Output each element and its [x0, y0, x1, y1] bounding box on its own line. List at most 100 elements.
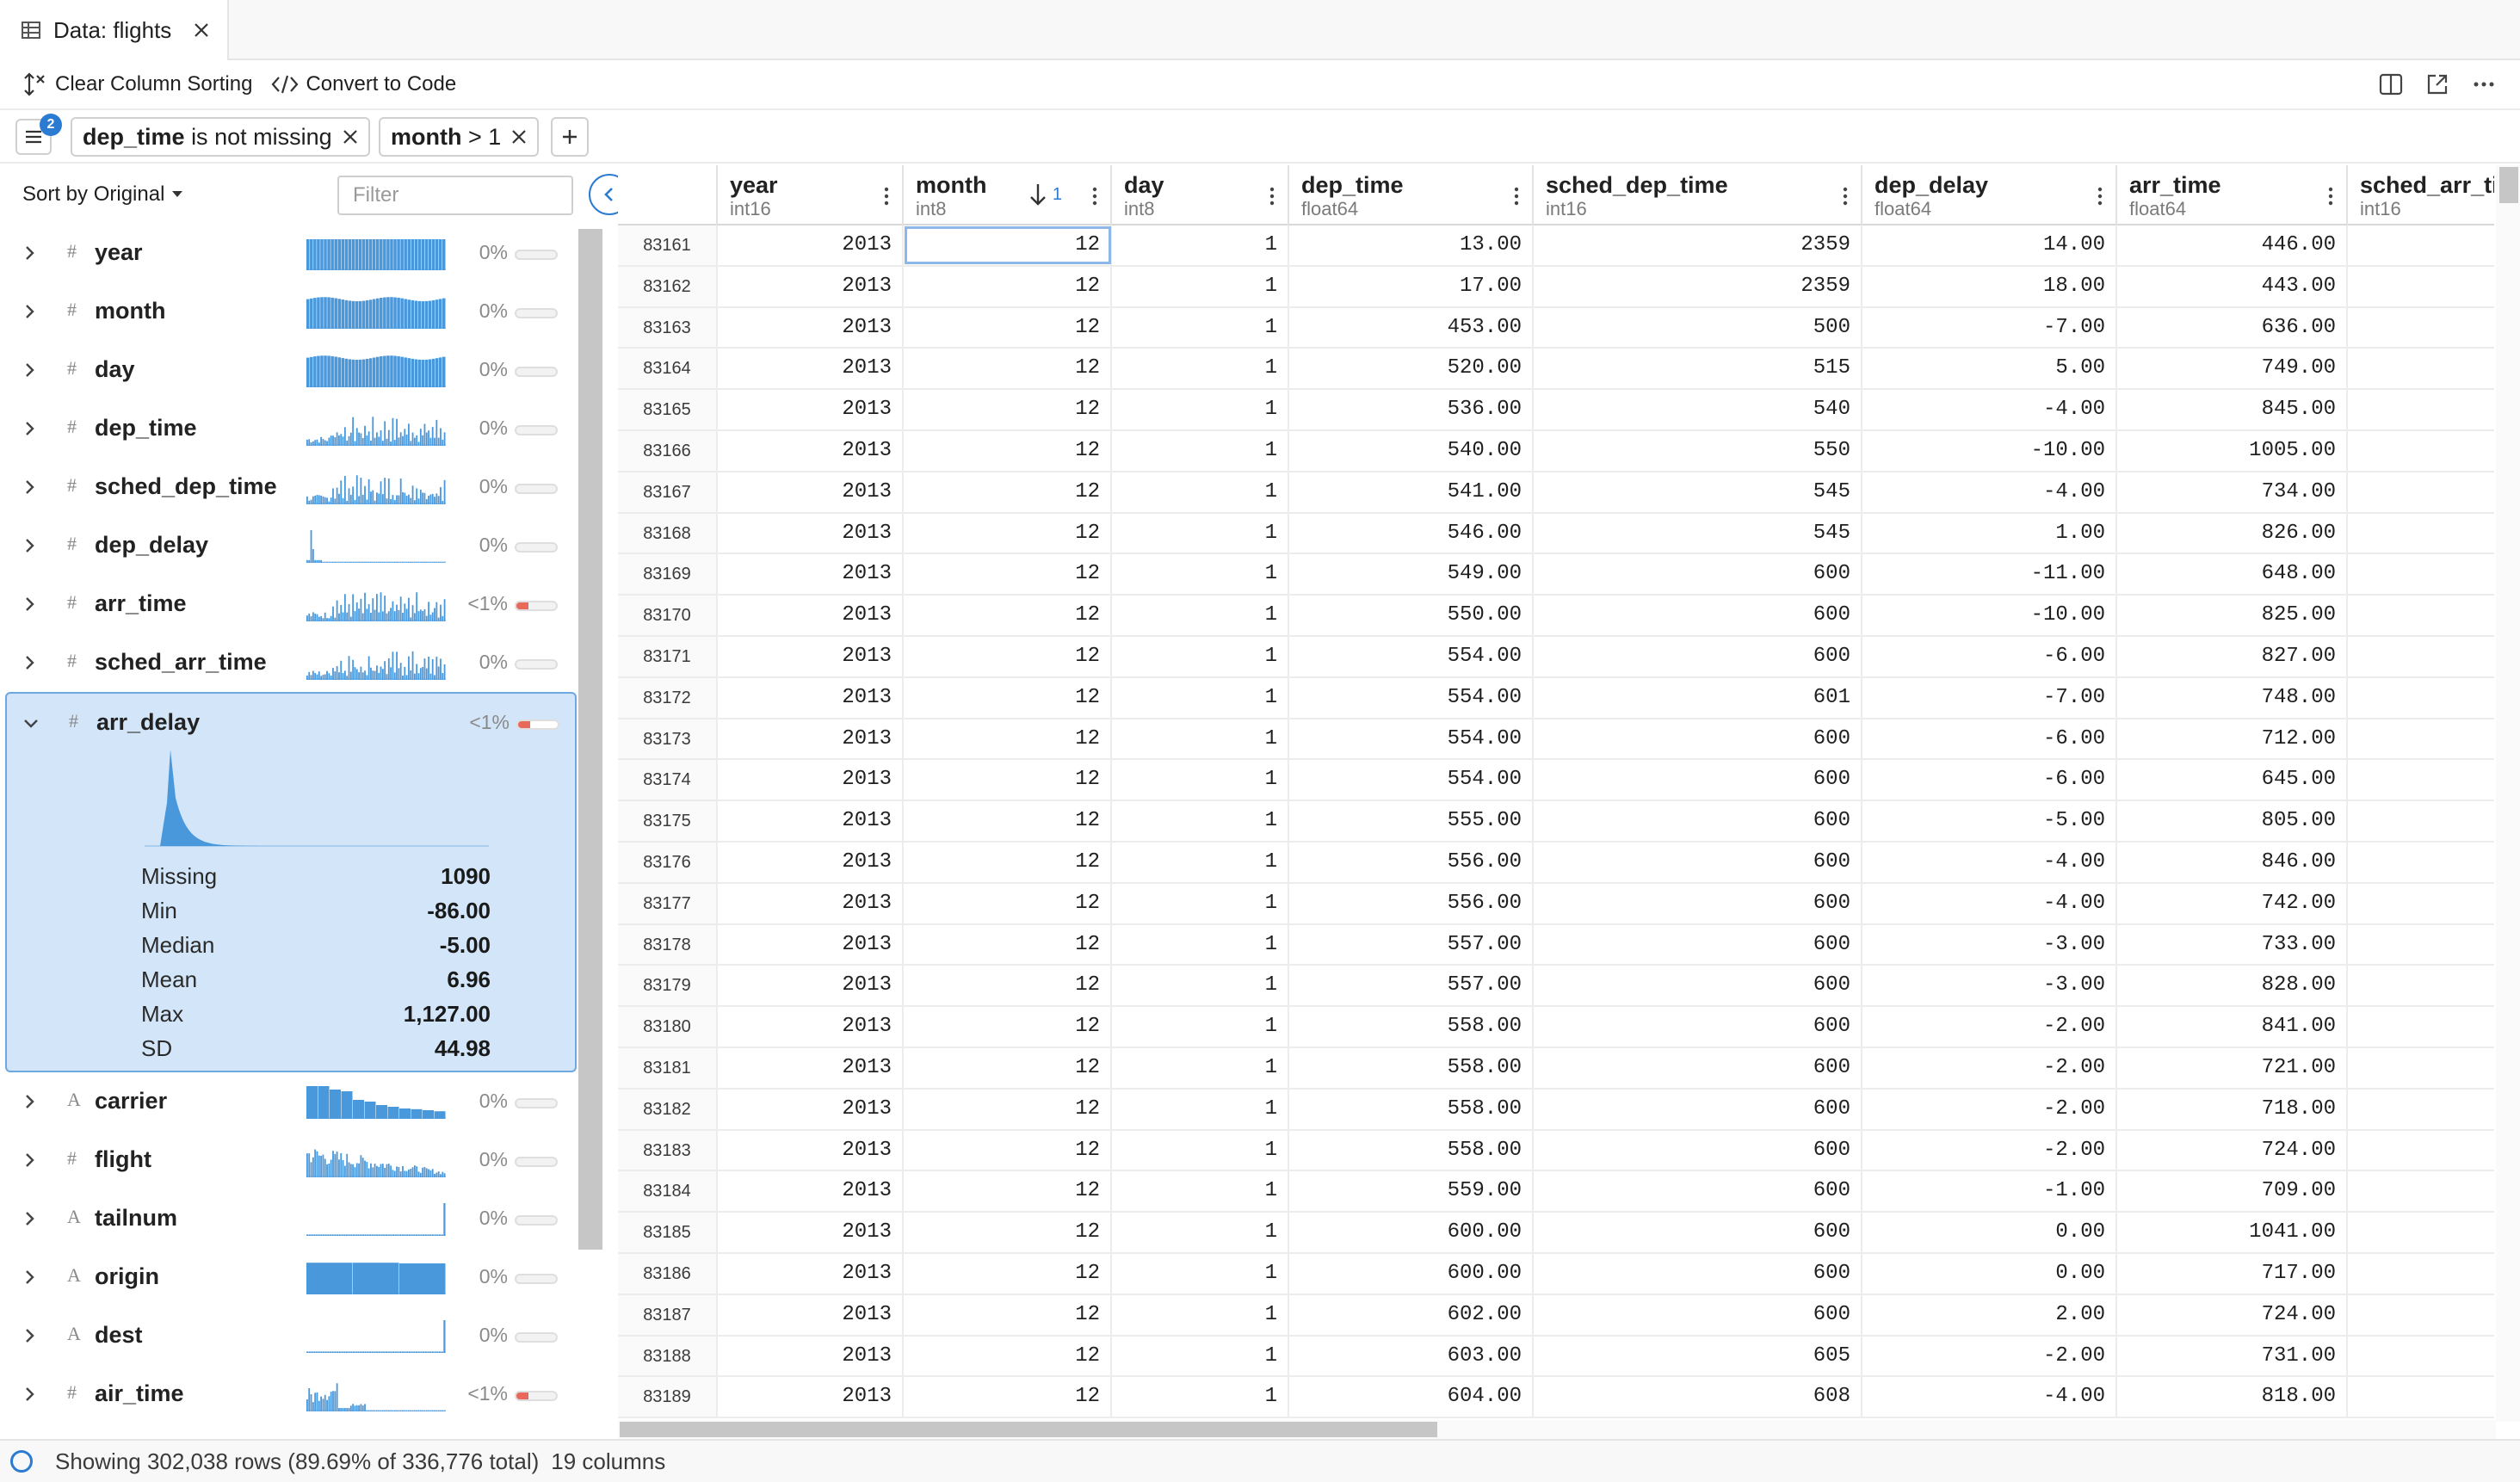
- table-cell[interactable]: 558.00: [1289, 1007, 1534, 1047]
- chevron-right-icon[interactable]: [19, 477, 40, 497]
- table-cell[interactable]: 600: [1534, 1253, 1862, 1294]
- summary-row-tailnum[interactable]: Atailnum 0%: [0, 1189, 584, 1248]
- table-cell[interactable]: 81: [2348, 678, 2494, 718]
- horizontal-scrollbar[interactable]: [618, 1420, 2496, 1439]
- chevron-right-icon[interactable]: [19, 535, 40, 556]
- table-cell[interactable]: 12: [904, 883, 1112, 923]
- table-cell[interactable]: 550: [1534, 430, 1862, 471]
- table-cell[interactable]: 559.00: [1289, 1171, 1534, 1212]
- table-cell[interactable]: 712.00: [2117, 719, 2348, 759]
- sort-by-dropdown[interactable]: Sort by Original: [22, 182, 183, 207]
- table-cell[interactable]: 12: [904, 390, 1112, 429]
- table-cell[interactable]: 600: [1534, 719, 1862, 759]
- table-cell[interactable]: 2013: [718, 842, 904, 882]
- chevron-right-icon[interactable]: [19, 1267, 40, 1287]
- table-cell[interactable]: 12: [904, 842, 1112, 882]
- chevron-right-icon[interactable]: [19, 1150, 40, 1170]
- table-cell[interactable]: 1: [1112, 801, 1289, 841]
- table-cell[interactable]: 717.00: [2117, 1253, 2348, 1294]
- table-cell[interactable]: 1: [1112, 554, 1289, 595]
- column-menu-icon[interactable]: [1513, 186, 1520, 207]
- table-cell[interactable]: 44: [2348, 225, 2494, 265]
- table-cell[interactable]: 645.00: [2117, 760, 2348, 800]
- table-cell[interactable]: 102: [2348, 431, 2494, 471]
- summary-row-dep-delay[interactable]: # dep_delay 0%: [0, 516, 584, 575]
- table-cell[interactable]: -11.00: [1862, 554, 2117, 595]
- table-cell[interactable]: 648.00: [2117, 554, 2348, 595]
- table-cell[interactable]: 1: [1112, 719, 1289, 759]
- table-cell[interactable]: -2.00: [1862, 1007, 2117, 1047]
- summary-row-air-time[interactable]: # air_time <1%: [0, 1365, 584, 1423]
- column-menu-icon[interactable]: [1842, 186, 1849, 207]
- table-cell[interactable]: 1: [1112, 1377, 1289, 1417]
- table-cell[interactable]: 443.00: [2117, 266, 2348, 306]
- table-cell[interactable]: 12: [904, 1294, 1112, 1335]
- table-cell[interactable]: 554.00: [1289, 760, 1534, 800]
- table-cell[interactable]: 828.00: [2117, 966, 2348, 1006]
- table-cell[interactable]: 2.00: [1862, 1294, 2117, 1335]
- table-cell[interactable]: 600: [1534, 924, 1862, 965]
- table-cell[interactable]: 2359: [1534, 225, 1862, 265]
- table-cell[interactable]: 1: [1112, 390, 1289, 429]
- chevron-right-icon[interactable]: [19, 652, 40, 673]
- table-cell[interactable]: 1: [1112, 513, 1289, 553]
- table-cell[interactable]: 600: [1534, 1294, 1862, 1335]
- table-cell[interactable]: 2013: [718, 554, 904, 595]
- close-icon[interactable]: [511, 129, 527, 145]
- table-cell[interactable]: 2013: [718, 1253, 904, 1294]
- table-cell[interactable]: 12: [904, 430, 1112, 471]
- table-cell[interactable]: 1: [1112, 266, 1289, 306]
- table-cell[interactable]: 0.00: [1862, 1213, 2117, 1252]
- table-cell[interactable]: 556.00: [1289, 883, 1534, 923]
- column-menu-icon[interactable]: [1091, 186, 1098, 207]
- table-cell[interactable]: 636.00: [2117, 307, 2348, 348]
- table-cell[interactable]: 12: [904, 1336, 1112, 1376]
- table-cell[interactable]: 1: [1112, 1253, 1289, 1294]
- table-cell[interactable]: -7.00: [1862, 307, 2117, 348]
- table-cell[interactable]: 2013: [718, 924, 904, 965]
- table-cell[interactable]: 14.00: [1862, 225, 2117, 265]
- table-cell[interactable]: 12: [904, 1377, 1112, 1417]
- table-cell[interactable]: 2013: [718, 266, 904, 306]
- table-cell[interactable]: 1: [1112, 636, 1289, 676]
- table-cell[interactable]: -6.00: [1862, 636, 2117, 676]
- table-cell[interactable]: 73: [2348, 472, 2494, 512]
- add-filter-button[interactable]: [551, 117, 589, 157]
- summary-row-flight[interactable]: # flight 0%: [0, 1131, 584, 1189]
- column-header-dep-time[interactable]: dep_time float64: [1289, 165, 1534, 225]
- chevron-down-icon[interactable]: [21, 713, 41, 733]
- table-cell[interactable]: 74: [2348, 1131, 2494, 1170]
- column-header-month[interactable]: month int8 1: [904, 165, 1112, 225]
- table-cell[interactable]: 734.00: [2117, 472, 2348, 512]
- table-cell[interactable]: 1: [1112, 842, 1289, 882]
- table-cell[interactable]: 742.00: [2117, 883, 2348, 923]
- table-cell[interactable]: 73: [2348, 1337, 2494, 1376]
- table-cell[interactable]: 600: [1534, 1007, 1862, 1047]
- table-cell[interactable]: 65: [2348, 554, 2494, 594]
- table-cell[interactable]: 724.00: [2117, 1130, 2348, 1170]
- table-cell[interactable]: 2013: [718, 390, 904, 429]
- table-cell[interactable]: 1: [1112, 349, 1289, 389]
- table-cell[interactable]: 749.00: [2117, 349, 2348, 389]
- table-cell[interactable]: -4.00: [1862, 472, 2117, 512]
- table-cell[interactable]: 600: [1534, 801, 1862, 841]
- table-cell[interactable]: 453.00: [1289, 307, 1534, 348]
- table-cell[interactable]: 12: [904, 472, 1112, 512]
- table-cell[interactable]: 2013: [718, 1213, 904, 1252]
- summary-row-day[interactable]: # day 0%: [0, 341, 584, 399]
- table-cell[interactable]: 2359: [1534, 266, 1862, 306]
- table-cell[interactable]: 545: [1534, 513, 1862, 553]
- chevron-right-icon[interactable]: [19, 1325, 40, 1346]
- table-cell[interactable]: 43: [2348, 267, 2494, 306]
- table-cell[interactable]: 536.00: [1289, 390, 1534, 429]
- filter-chip-month[interactable]: month > 1: [379, 117, 540, 157]
- column-menu-icon[interactable]: [2327, 186, 2334, 207]
- table-cell[interactable]: -4.00: [1862, 1377, 2117, 1417]
- summary-row-arr-delay-expanded[interactable]: # arr_delay <1% Missing 1090 Min -86.00 Median -…: [5, 692, 577, 1072]
- table-cell[interactable]: 84: [2348, 637, 2494, 676]
- summary-scrollbar[interactable]: [578, 229, 602, 1250]
- table-cell[interactable]: 600: [1534, 1047, 1862, 1088]
- summary-row-origin[interactable]: Aorigin 0%: [0, 1248, 584, 1306]
- table-cell[interactable]: 733.00: [2117, 924, 2348, 965]
- table-cell[interactable]: 558.00: [1289, 1130, 1534, 1170]
